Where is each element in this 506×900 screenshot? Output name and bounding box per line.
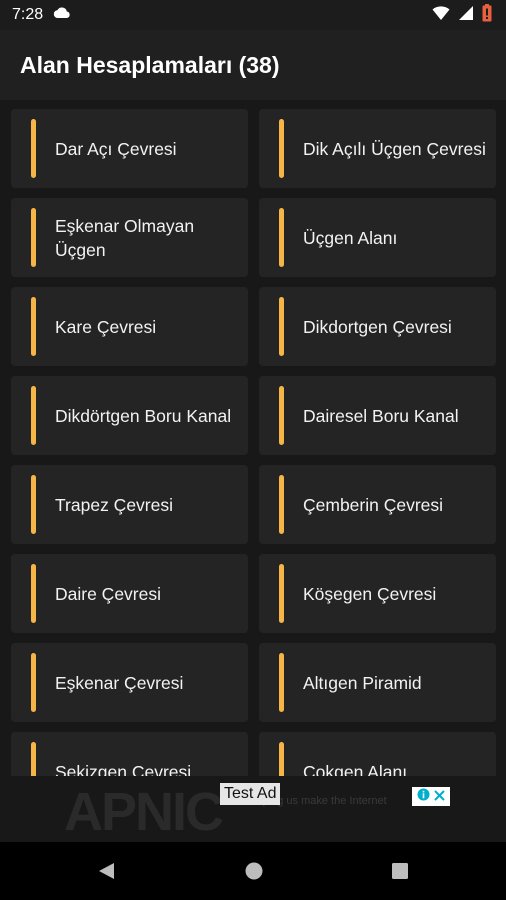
accent-bar	[31, 208, 36, 267]
status-time: 7:28	[12, 6, 44, 23]
accent-bar	[31, 475, 36, 534]
ad-logo: APNIC	[64, 782, 224, 842]
list-item[interactable]: Eşkenar Olmayan Üçgen	[11, 198, 248, 277]
list-item-label: Eşkenar Çevresi	[55, 672, 184, 693]
accent-bar	[31, 653, 36, 712]
ad-banner[interactable]: APNIC for helping us make the Internet T…	[0, 776, 506, 842]
list-item[interactable]: Dar Açı Çevresi	[11, 109, 248, 188]
adchoices-button[interactable]	[412, 787, 450, 806]
wifi-icon	[432, 5, 450, 26]
list-item[interactable]: Eşkenar Çevresi	[11, 643, 248, 722]
list-item-label: Çemberin Çevresi	[303, 494, 444, 515]
list-item[interactable]: Kare Çevresi	[11, 287, 248, 366]
list-item-label: Dikdortgen Çevresi	[303, 316, 452, 337]
list-item-label: Daire Çevresi	[55, 583, 161, 604]
list-item-label: Eşkenar Olmayan Üçgen	[55, 215, 195, 260]
accent-bar	[31, 119, 36, 178]
list-item[interactable]: Çemberin Çevresi	[259, 465, 496, 544]
accent-bar	[279, 119, 284, 178]
close-icon[interactable]	[434, 788, 445, 806]
calculation-grid: Dar Açı Çevresi Dik Açılı Üçgen Çevresi …	[0, 100, 506, 776]
accent-bar	[31, 386, 36, 445]
system-nav-bar	[0, 842, 506, 900]
accent-bar	[279, 653, 284, 712]
accent-bar	[31, 297, 36, 356]
list-item[interactable]: Trapez Çevresi	[11, 465, 248, 544]
list-item[interactable]: Daire Çevresi	[11, 554, 248, 633]
status-bar: 7:28	[0, 0, 506, 30]
battery-alert-icon	[482, 3, 492, 27]
page-title: Alan Hesaplamaları (38)	[20, 51, 280, 78]
list-item[interactable]: Dikdörtgen Boru Kanal	[11, 376, 248, 455]
signal-icon	[458, 5, 474, 26]
test-ad-badge: Test Ad	[220, 783, 281, 805]
list-item-label: Dikdörtgen Boru Kanal	[55, 405, 232, 426]
back-icon[interactable]	[94, 859, 118, 883]
home-icon[interactable]	[242, 859, 266, 883]
accent-bar	[279, 297, 284, 356]
accent-bar	[279, 475, 284, 534]
list-item[interactable]: Sekizgen Çevresi	[11, 732, 248, 776]
list-item[interactable]: Çokgen Alanı	[259, 732, 496, 776]
list-item-label: Kare Çevresi	[55, 316, 157, 337]
list-item-label: Üçgen Alanı	[303, 227, 398, 248]
list-item[interactable]: Dik Açılı Üçgen Çevresi	[259, 109, 496, 188]
accent-bar	[31, 564, 36, 623]
info-icon	[417, 788, 430, 806]
list-item[interactable]: Dikdortgen Çevresi	[259, 287, 496, 366]
accent-bar	[279, 564, 284, 623]
cloud-icon	[53, 6, 71, 24]
list-item-label: Trapez Çevresi	[55, 494, 173, 515]
list-item-label: Sekizgen Çevresi	[55, 761, 192, 777]
list-item[interactable]: Dairesel Boru Kanal	[259, 376, 496, 455]
accent-bar	[279, 742, 284, 776]
list-item[interactable]: Köşegen Çevresi	[259, 554, 496, 633]
list-item-label: Çokgen Alanı	[303, 761, 408, 777]
app-bar: Alan Hesaplamaları (38)	[0, 30, 506, 100]
list-item-label: Dik Açılı Üçgen Çevresi	[303, 138, 486, 159]
accent-bar	[279, 208, 284, 267]
list-item-label: Dairesel Boru Kanal	[303, 405, 459, 426]
list-item-label: Dar Açı Çevresi	[55, 138, 177, 159]
accent-bar	[279, 386, 284, 445]
accent-bar	[31, 742, 36, 776]
list-item-label: Altıgen Piramid	[303, 672, 422, 693]
list-item-label: Köşegen Çevresi	[303, 583, 437, 604]
list-item[interactable]: Altıgen Piramid	[259, 643, 496, 722]
recents-icon[interactable]	[388, 859, 412, 883]
list-item[interactable]: Üçgen Alanı	[259, 198, 496, 277]
